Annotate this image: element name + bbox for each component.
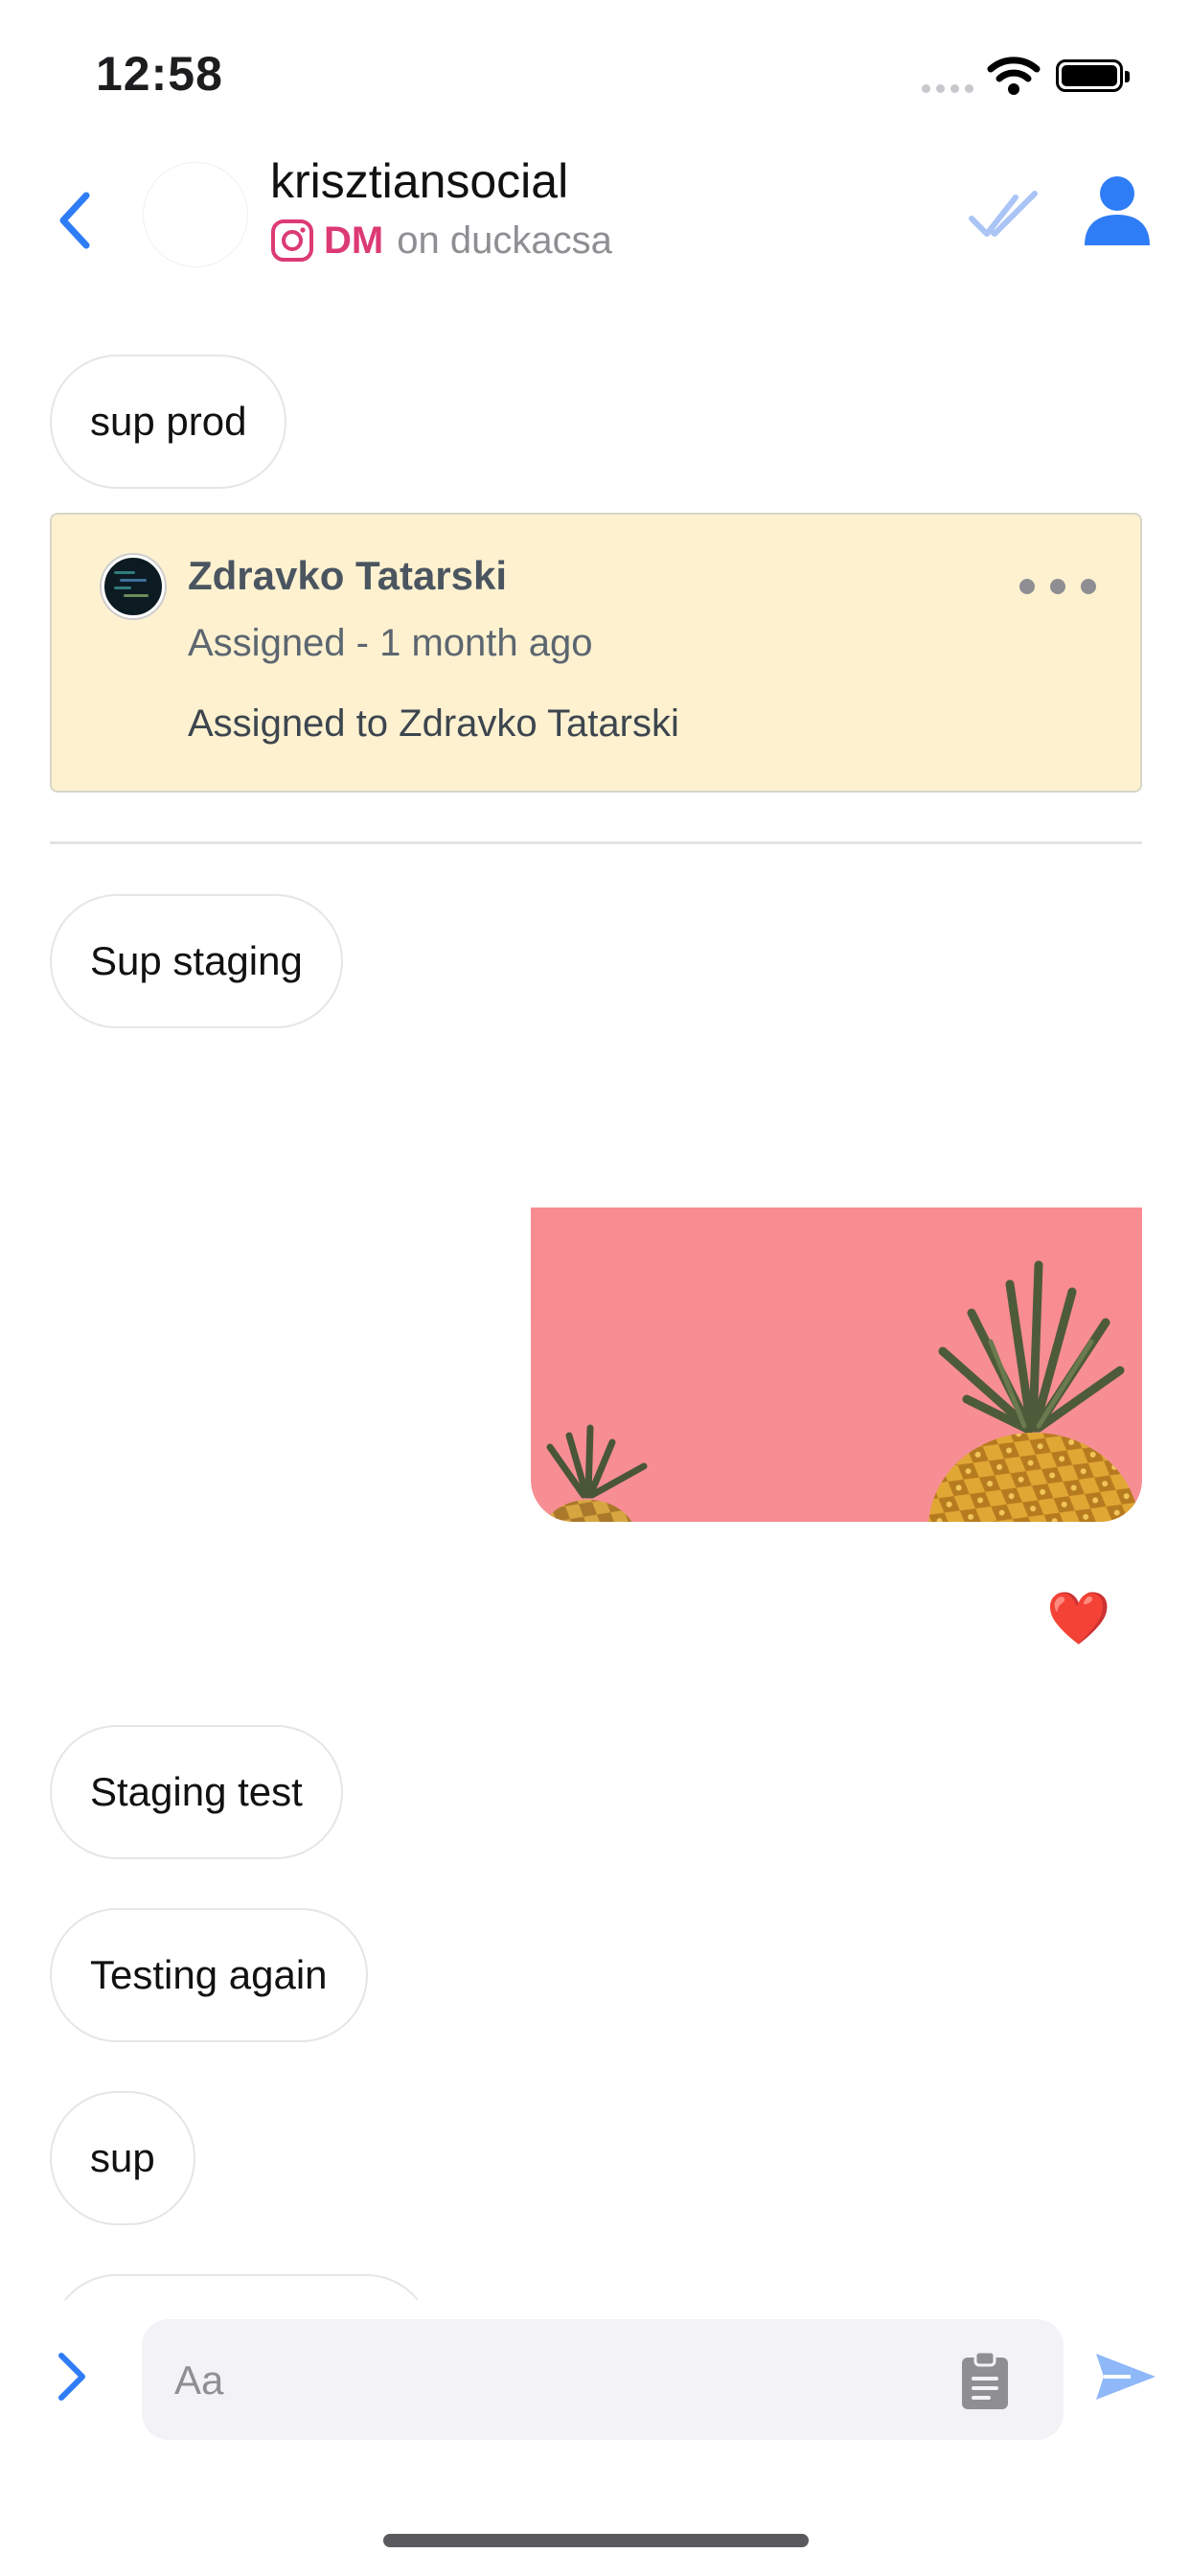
- message-composer: [0, 2300, 1190, 2453]
- contact-avatar[interactable]: [144, 163, 247, 266]
- message-input-box[interactable]: [142, 2319, 1064, 2442]
- image-message[interactable]: [531, 1208, 1142, 1522]
- assignment-description: Assigned to Zdravko Tatarski: [188, 702, 679, 745]
- message-bubble[interactable]: Staging test: [50, 1725, 343, 1859]
- assignee-name: Zdravko Tatarski: [188, 553, 508, 598]
- status-bar: 12:58: [0, 0, 1190, 144]
- assignment-meta: Assigned - 1 month ago: [188, 622, 593, 664]
- assignee-avatar: [102, 555, 165, 618]
- message-input[interactable]: [172, 2319, 962, 2442]
- battery-icon: [1056, 59, 1130, 92]
- channel-type: DM: [324, 218, 384, 262]
- person-icon[interactable]: [1083, 172, 1152, 249]
- channel-account: on duckacsa: [397, 218, 612, 262]
- message-bubble[interactable]: sup: [50, 2091, 195, 2225]
- home-indicator: [383, 2534, 809, 2547]
- assignment-card: Zdravko Tatarski Assigned - 1 month ago …: [50, 513, 1142, 793]
- instagram-icon: [271, 219, 313, 262]
- more-options-icon[interactable]: [1019, 572, 1096, 601]
- divider: [50, 841, 1142, 844]
- message-bubble[interactable]: Testing again: [50, 1908, 368, 2042]
- clipboard-icon[interactable]: [956, 2350, 1014, 2411]
- conversation-header: krisztiansocial DM on duckacsa: [0, 144, 1190, 297]
- message-bubble[interactable]: Sup staging: [50, 894, 343, 1028]
- chevron-right-icon[interactable]: [50, 2346, 94, 2407]
- double-check-icon[interactable]: [968, 186, 1041, 243]
- message-bubble[interactable]: sup prod: [50, 355, 287, 489]
- status-time: 12:58: [96, 47, 223, 101]
- chevron-left-icon[interactable]: [48, 182, 105, 259]
- channel-info: DM on duckacsa: [270, 218, 612, 263]
- contact-name[interactable]: krisztiansocial: [270, 153, 568, 209]
- heart-reaction[interactable]: ❤️: [1046, 1593, 1110, 1644]
- cellular-signal-icon: [922, 80, 979, 98]
- wifi-icon: [987, 57, 1041, 95]
- send-icon[interactable]: [1092, 2348, 1159, 2405]
